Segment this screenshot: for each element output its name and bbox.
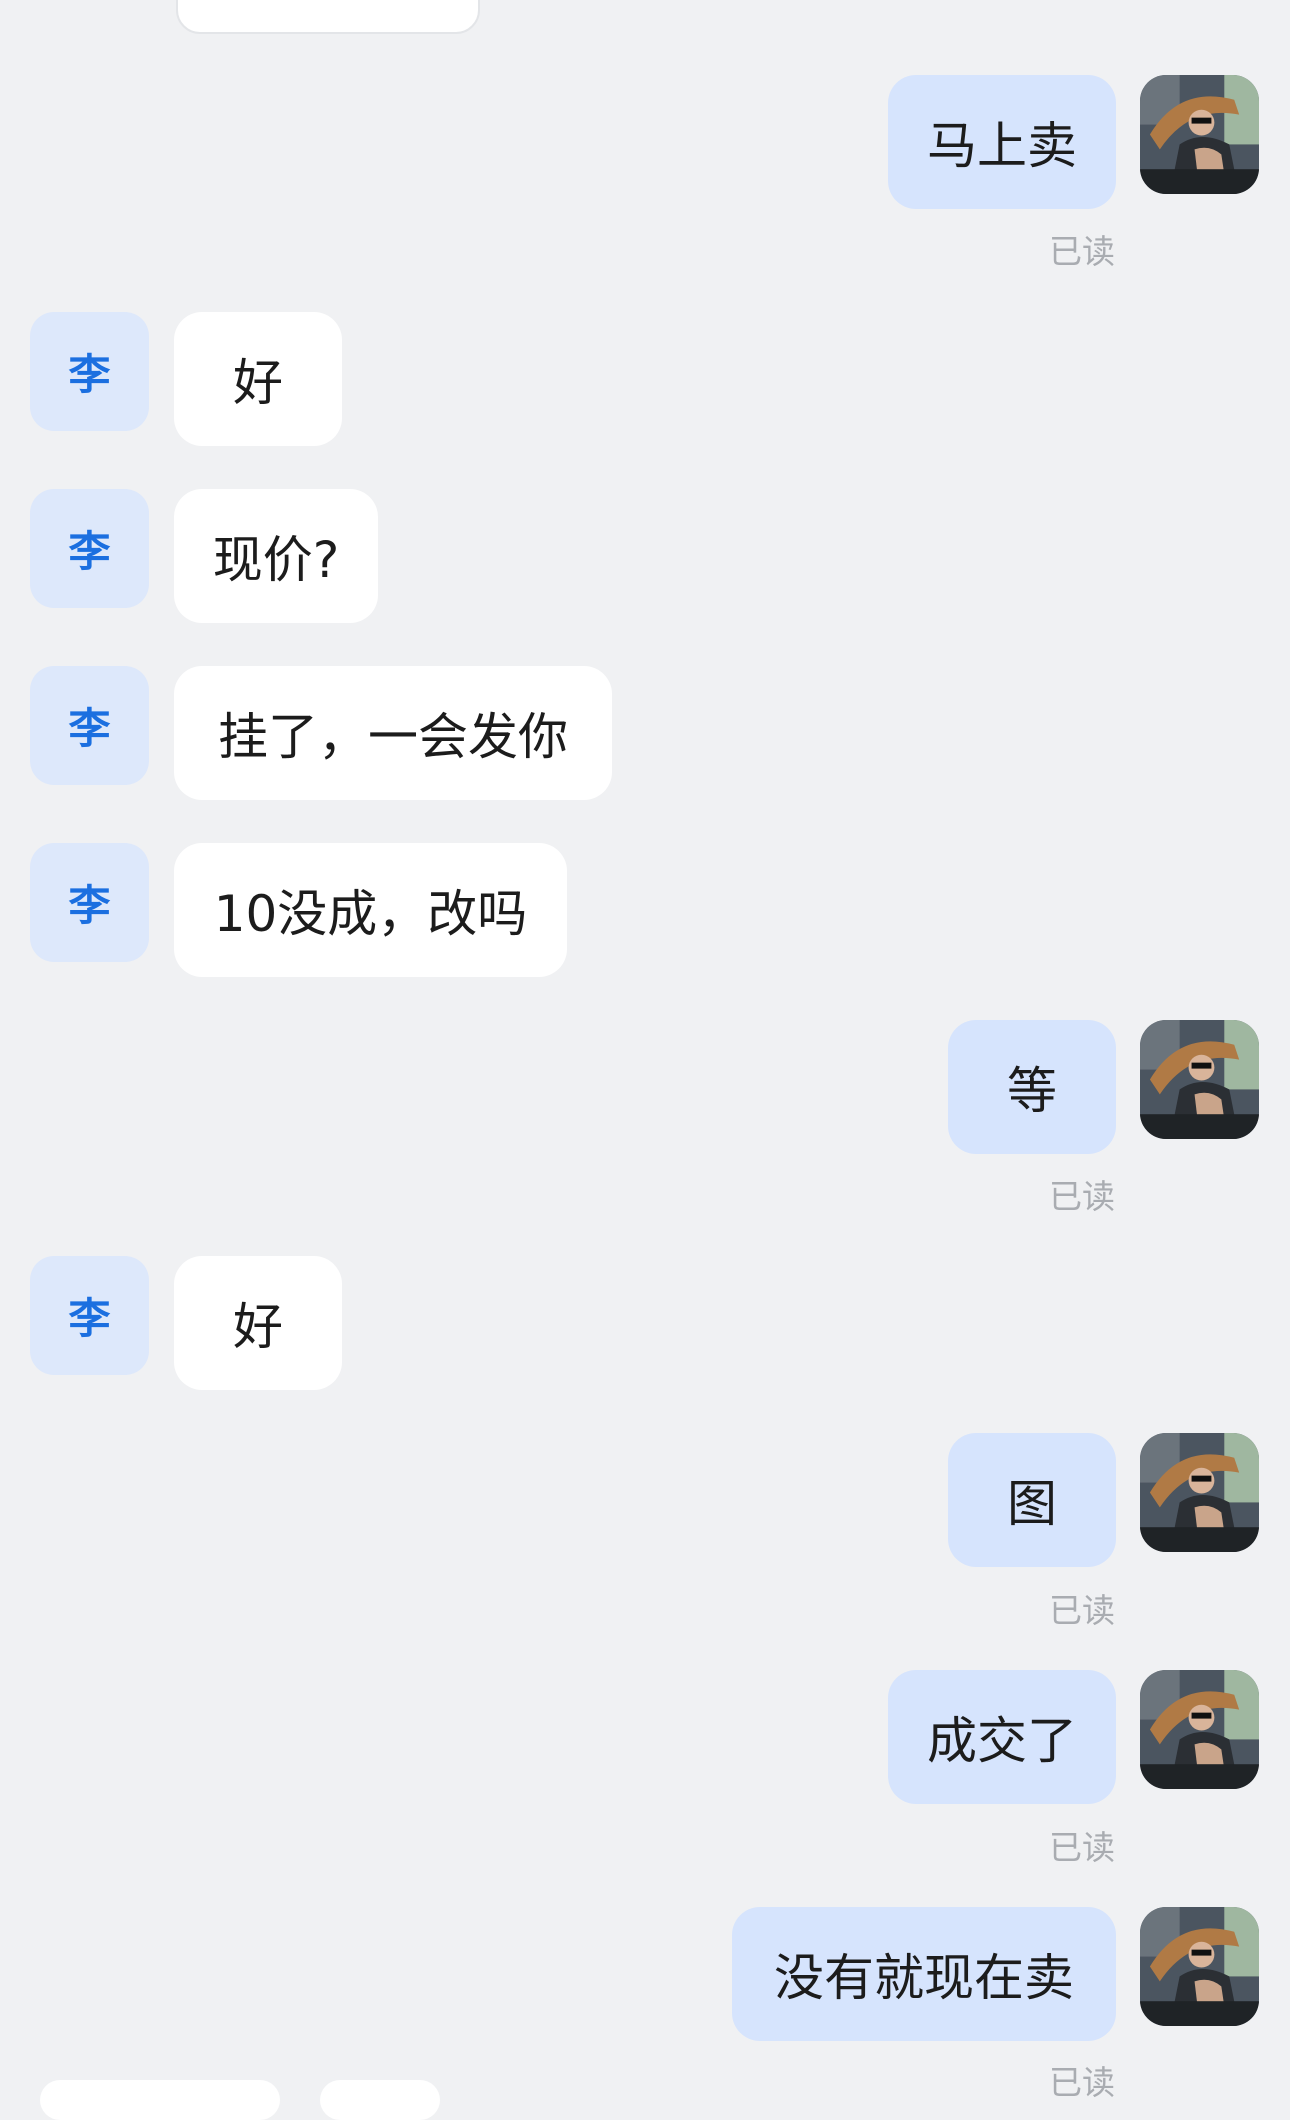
message-bubble-incoming[interactable]: 好 — [174, 312, 342, 446]
input-area-edge — [40, 2080, 280, 2120]
input-area-edge — [320, 2080, 440, 2120]
read-status: 已读 — [1049, 2063, 1115, 2102]
contact-avatar[interactable]: 李 — [30, 843, 149, 962]
contact-avatar[interactable]: 李 — [30, 666, 149, 785]
message-bubble-outgoing[interactable]: 没有就现在卖 — [732, 1907, 1116, 2041]
read-status: 已读 — [1049, 1177, 1115, 1216]
contact-avatar[interactable]: 李 — [30, 489, 149, 608]
message-bubble-incoming[interactable]: 现价? — [174, 489, 378, 623]
message-bubble-incoming[interactable]: 10没成，改吗 — [174, 843, 567, 977]
self-avatar[interactable] — [1140, 1433, 1259, 1552]
message-bubble-outgoing[interactable]: 成交了 — [888, 1670, 1116, 1804]
contact-avatar[interactable]: 李 — [30, 312, 149, 431]
self-avatar[interactable] — [1140, 1907, 1259, 2026]
driver-photo-icon — [1140, 1670, 1259, 1789]
driver-photo-icon — [1140, 1433, 1259, 1552]
read-status: 已读 — [1049, 232, 1115, 271]
message-bubble-incoming[interactable]: 挂了，一会发你 — [174, 666, 612, 800]
message-bubble-outgoing[interactable]: 马上卖 — [888, 75, 1116, 209]
read-status: 已读 — [1049, 1828, 1115, 1867]
self-avatar[interactable] — [1140, 75, 1259, 194]
message-bubble-outgoing[interactable]: 等 — [948, 1020, 1116, 1154]
driver-photo-icon — [1140, 1907, 1259, 2026]
driver-photo-icon — [1140, 1020, 1259, 1139]
read-status: 已读 — [1049, 1591, 1115, 1630]
previous-message-bubble[interactable] — [176, 0, 480, 34]
contact-avatar[interactable]: 李 — [30, 1256, 149, 1375]
driver-photo-icon — [1140, 75, 1259, 194]
message-bubble-incoming[interactable]: 好 — [174, 1256, 342, 1390]
message-bubble-outgoing[interactable]: 图 — [948, 1433, 1116, 1567]
self-avatar[interactable] — [1140, 1020, 1259, 1139]
self-avatar[interactable] — [1140, 1670, 1259, 1789]
